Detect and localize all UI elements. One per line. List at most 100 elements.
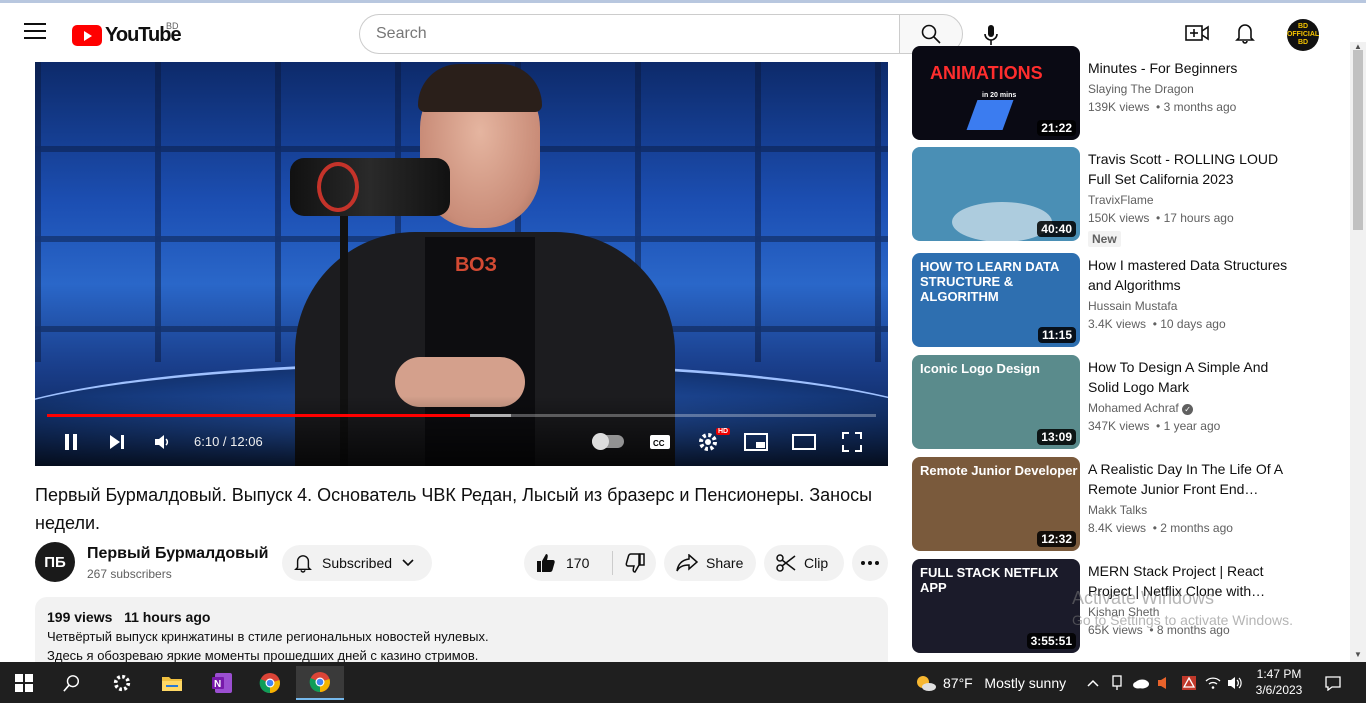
recommendation-item[interactable]: HOW TO LEARN DATA STRUCTURE & ALGORITHM 1… bbox=[912, 253, 1322, 347]
search-input[interactable] bbox=[359, 14, 900, 54]
miniplayer-button[interactable] bbox=[743, 428, 769, 456]
file-explorer-app[interactable] bbox=[150, 666, 194, 700]
microphone-icon bbox=[984, 25, 998, 45]
thumbnail-text: ANIMATIONS bbox=[930, 63, 1043, 83]
recommendation-title[interactable]: A Realistic Day In The Life Of A Remote … bbox=[1088, 459, 1298, 499]
pause-button[interactable] bbox=[59, 428, 83, 456]
recommendation-channel[interactable]: Mohamed Achraf ✓ bbox=[1088, 401, 1194, 415]
age: 2 months ago bbox=[1160, 521, 1233, 535]
speaker-muted-icon[interactable] bbox=[1156, 674, 1174, 692]
chevron-up-icon[interactable] bbox=[1084, 674, 1102, 692]
settings-app[interactable] bbox=[100, 666, 144, 700]
next-button[interactable] bbox=[105, 428, 129, 456]
progress-played bbox=[47, 414, 470, 417]
wifi-icon[interactable] bbox=[1204, 674, 1222, 692]
gear-icon bbox=[113, 674, 131, 692]
video-thumbnail[interactable]: ANIMATIONS in 20 mins 21:22 bbox=[912, 46, 1080, 140]
thumbs-down-icon bbox=[625, 553, 645, 573]
recommendation-meta: 8.4K views • 2 months ago bbox=[1088, 521, 1233, 535]
start-button[interactable] bbox=[2, 666, 46, 700]
video-duration: 3:55:51 bbox=[1026, 633, 1076, 649]
folder-icon bbox=[162, 677, 182, 691]
clip-button[interactable]: Clip bbox=[764, 545, 844, 581]
video-thumbnail[interactable]: FULL STACK NETFLIX APP 3:55:51 bbox=[912, 559, 1080, 653]
presenter-hair bbox=[418, 64, 542, 112]
video-thumbnail[interactable]: Iconic Logo Design 13:09 bbox=[912, 355, 1080, 449]
subscribed-label: Subscribed bbox=[322, 555, 393, 571]
video-duration: 40:40 bbox=[1037, 221, 1076, 237]
video-thumbnail[interactable]: HOW TO LEARN DATA STRUCTURE & ALGORITHM 1… bbox=[912, 253, 1080, 347]
new-badge: New bbox=[1088, 231, 1121, 247]
activate-windows-title: Activate Windows bbox=[1072, 588, 1215, 608]
fullscreen-button[interactable] bbox=[839, 428, 865, 456]
more-actions-button[interactable] bbox=[852, 545, 888, 581]
description-meta: 199 views 11 hours ago bbox=[47, 609, 876, 625]
search-icon bbox=[63, 675, 80, 692]
channel-name[interactable]: Первый Бурмалдовый bbox=[87, 545, 268, 563]
video-duration: 12:32 bbox=[1037, 531, 1076, 547]
menu-icon[interactable] bbox=[24, 23, 46, 41]
page-scrollbar[interactable]: ▲ ▼ bbox=[1350, 42, 1366, 662]
recommendation-channel[interactable]: Hussain Mustafa bbox=[1088, 299, 1177, 313]
bell-icon bbox=[294, 555, 312, 573]
chrome-app[interactable] bbox=[248, 666, 292, 700]
chrome-app-active[interactable] bbox=[296, 666, 344, 700]
notification-center-icon[interactable] bbox=[1324, 674, 1342, 692]
recommendation-item[interactable]: Iconic Logo Design 13:09 How To Design A S… bbox=[912, 355, 1322, 449]
video-thumbnail[interactable]: Remote Junior Developer 12:32 bbox=[912, 457, 1080, 551]
weather-widget[interactable]: 87°F Mostly sunny bbox=[943, 675, 1066, 691]
onedrive-icon[interactable] bbox=[1132, 674, 1150, 692]
age: 3 months ago bbox=[1163, 100, 1237, 114]
create-button[interactable] bbox=[1183, 19, 1211, 47]
channel-name: Mohamed Achraf bbox=[1088, 401, 1179, 415]
weather-condition: Mostly sunny bbox=[984, 675, 1067, 691]
thumbnail-text: FULL STACK NETFLIX APP bbox=[920, 565, 1059, 595]
more-horizontal-icon bbox=[861, 561, 879, 565]
view-count: 199 views bbox=[47, 609, 113, 625]
video-player[interactable]: ВОЗ 6:10 / 12:06 CC HD bbox=[35, 62, 888, 466]
weather-icon[interactable] bbox=[914, 674, 938, 692]
recommendation-title[interactable]: Travis Scott - ROLLING LOUD Full Set Cal… bbox=[1088, 149, 1298, 189]
like-button[interactable]: 170 bbox=[524, 553, 612, 573]
recommendation-channel[interactable]: Slaying The Dragon bbox=[1088, 82, 1194, 96]
captions-button[interactable]: CC bbox=[647, 428, 673, 456]
notifications-button[interactable] bbox=[1231, 19, 1259, 47]
dislike-button[interactable] bbox=[613, 553, 656, 573]
recommendation-item[interactable]: ANIMATIONS in 20 mins 21:22 Minutes - For B… bbox=[912, 46, 1322, 140]
theater-mode-button[interactable] bbox=[791, 428, 817, 456]
channel-name: TravixFlame bbox=[1088, 193, 1154, 207]
progress-bar[interactable] bbox=[47, 414, 876, 417]
system-clock[interactable]: 1:47 PM 3/6/2023 bbox=[1247, 666, 1311, 698]
mute-button[interactable] bbox=[151, 428, 175, 456]
recommendation-meta: 3.4K views • 10 days ago bbox=[1088, 317, 1226, 331]
svg-text:N: N bbox=[214, 679, 221, 690]
miniplayer-icon bbox=[744, 433, 768, 451]
channel-avatar[interactable]: ПБ bbox=[35, 542, 75, 582]
onenote-app[interactable]: N bbox=[200, 666, 244, 700]
share-button[interactable]: Share bbox=[664, 545, 756, 581]
video-thumbnail[interactable]: 40:40 bbox=[912, 147, 1080, 241]
subscribed-button[interactable]: Subscribed bbox=[282, 545, 432, 581]
scroll-down-icon[interactable]: ▼ bbox=[1350, 650, 1366, 662]
security-alert-icon[interactable] bbox=[1180, 674, 1198, 692]
scroll-thumb[interactable] bbox=[1353, 50, 1363, 230]
views: 150K views bbox=[1088, 211, 1150, 225]
recommendation-title[interactable]: Minutes - For Beginners bbox=[1088, 58, 1298, 78]
recommendation-title[interactable]: How To Design A Simple And Solid Logo Ma… bbox=[1088, 357, 1298, 397]
youtube-logo[interactable]: YouTube bbox=[72, 23, 182, 47]
onenote-icon: N bbox=[212, 673, 232, 693]
taskbar-search-button[interactable] bbox=[50, 666, 94, 700]
views: 139K views bbox=[1088, 100, 1150, 114]
recommendation-item[interactable]: 40:40 Travis Scott - ROLLING LOUD Full Se… bbox=[912, 147, 1322, 247]
recommendation-channel[interactable]: TravixFlame bbox=[1088, 193, 1154, 207]
temperature: 87°F bbox=[943, 675, 973, 691]
recommendation-title[interactable]: How I mastered Data Structures and Algor… bbox=[1088, 255, 1298, 295]
volume-icon[interactable] bbox=[1226, 674, 1244, 692]
recommendation-item[interactable]: Remote Junior Developer 12:32 A Realistic … bbox=[912, 457, 1322, 551]
recommendation-channel[interactable]: Makk Talks bbox=[1088, 503, 1147, 517]
autoplay-toggle[interactable] bbox=[592, 433, 624, 450]
device-icon[interactable] bbox=[1108, 674, 1126, 692]
age: 17 hours ago bbox=[1163, 211, 1234, 225]
next-icon bbox=[110, 435, 124, 449]
hd-badge: HD bbox=[716, 428, 731, 435]
